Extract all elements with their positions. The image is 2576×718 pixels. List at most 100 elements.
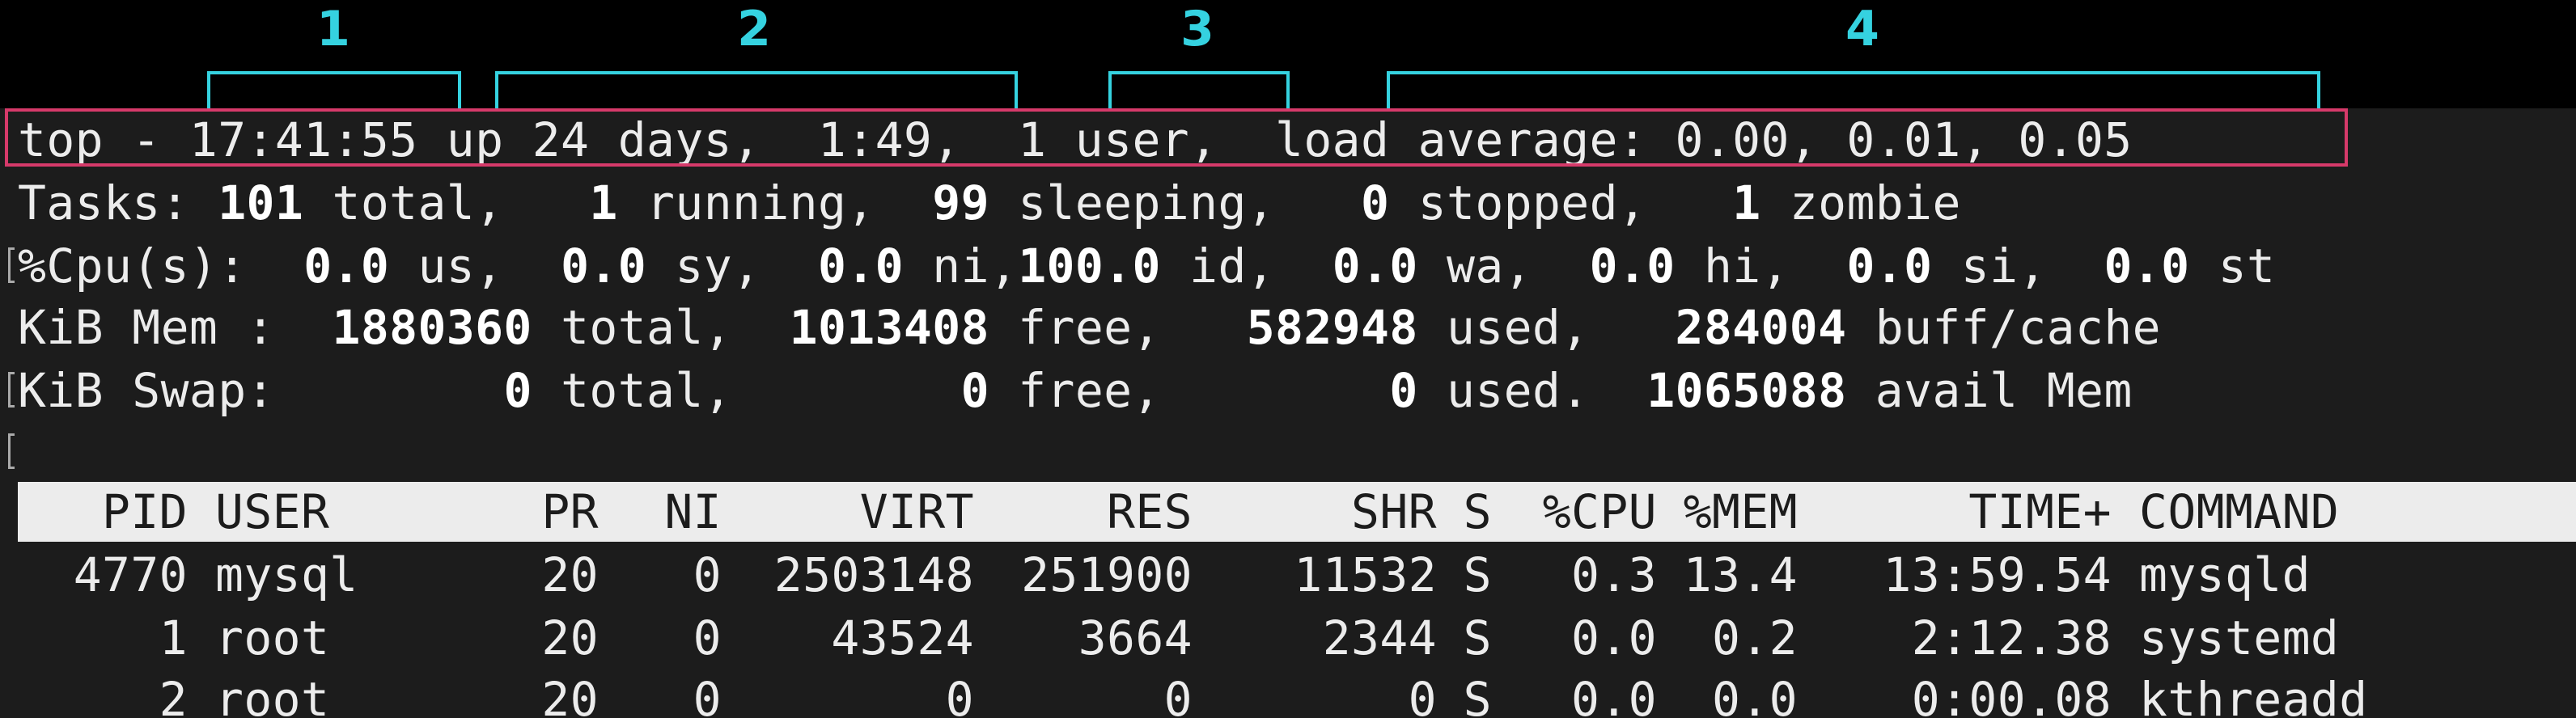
col-mem[interactable]: %MEM [1657, 482, 1798, 542]
cell-shr: 11532 [1294, 547, 1437, 602]
cell-virt: 0 [945, 672, 974, 718]
table-row[interactable]: 4770 mysql 20 0 2503148 251900 11532 S 0.3 13.4 13… [18, 543, 2311, 606]
cell-cpu: 0.3 [1571, 547, 1657, 602]
swap-prefix: KiB Swap: [18, 363, 504, 418]
cell-mem: 13.4 [1683, 547, 1798, 602]
cell-s: S [1463, 547, 1492, 602]
tasks-running-label: running, [617, 175, 933, 230]
cell-virt: 2503148 [773, 547, 974, 602]
col-virt[interactable]: VIRT [722, 482, 974, 542]
cpu-hi: 0.0 [1589, 239, 1676, 294]
swap-used-label: used. [1417, 363, 1647, 418]
cpu-us: 0.0 [303, 239, 390, 294]
cell-res: 251900 [1021, 547, 1193, 602]
swap-line: KiB Swap: 0 total, 0 free, 0 used. 10650… [18, 359, 2133, 422]
col-user[interactable]: USER [188, 482, 495, 542]
cpu-sy: 0.0 [561, 239, 647, 294]
cpu-id: 100.0 [1018, 239, 1161, 294]
cell-time: 0:00.08 [1911, 672, 2112, 718]
annotation-overlay: 1 2 3 4 [0, 0, 2576, 110]
cpu-ni-label: ni, [903, 239, 1019, 294]
mem-buff-cache: 284004 [1675, 300, 1847, 355]
cpu-us-label: us, [389, 239, 561, 294]
tasks-zombie: 1 [1732, 175, 1761, 230]
col-s[interactable]: S [1437, 482, 1492, 542]
annotation-bracket-2 [495, 71, 1018, 108]
cell-user: root [215, 672, 330, 718]
col-pid[interactable]: PID [18, 482, 188, 542]
swap-free: 0 [960, 363, 989, 418]
mem-buff-cache-label: buff/cache [1846, 300, 2161, 355]
mem-total: 1880360 [332, 300, 532, 355]
swap-total: 0 [503, 363, 532, 418]
tasks-stopped-label: stopped, [1389, 175, 1733, 230]
cell-virt: 43524 [831, 610, 974, 665]
annotation-bracket-1 [207, 71, 461, 108]
swap-avail-mem-label: avail Mem [1846, 363, 2133, 418]
cell-pid: 1 [159, 610, 188, 665]
swap-total-label: total, [532, 363, 961, 418]
tasks-prefix: Tasks: [18, 175, 218, 230]
cell-command: kthreadd [2139, 672, 2368, 718]
annotation-label-4: 4 [1845, 1, 1879, 57]
cell-res: 0 [1163, 672, 1193, 718]
tasks-sleeping: 99 [932, 175, 989, 230]
col-time[interactable]: TIME+ [1798, 482, 2112, 542]
cell-mem: 0.2 [1712, 610, 1798, 665]
mem-total-label: total, [532, 300, 790, 355]
mem-used: 582948 [1246, 300, 1418, 355]
swap-used: 0 [1389, 363, 1418, 418]
cell-user: mysql [215, 547, 358, 602]
terminal-bracket-mark [8, 372, 15, 408]
cell-pid: 4770 [73, 547, 188, 602]
cell-res: 3664 [1078, 610, 1193, 665]
cell-time: 2:12.38 [1911, 610, 2112, 665]
cpu-st-label: st [2189, 239, 2276, 294]
col-cpu[interactable]: %CPU [1492, 482, 1657, 542]
tasks-total: 101 [218, 175, 304, 230]
terminal-bracket-mark [8, 247, 15, 283]
cell-cpu: 0.0 [1571, 610, 1657, 665]
cell-command: mysqld [2139, 547, 2311, 602]
annotation-label-1: 1 [316, 1, 350, 57]
tasks-sleeping-label: sleeping, [989, 175, 1362, 230]
annotation-bracket-3 [1108, 71, 1290, 108]
cell-pid: 2 [159, 672, 188, 718]
col-res[interactable]: RES [974, 482, 1193, 542]
cell-mem: 0.0 [1712, 672, 1798, 718]
annotation-label-2: 2 [737, 1, 771, 57]
cell-pr: 20 [541, 547, 599, 602]
cpu-si-label: si, [1932, 239, 2104, 294]
cpu-id-label: id, [1160, 239, 1332, 294]
mem-prefix: KiB Mem : [18, 300, 333, 355]
mem-used-label: used, [1417, 300, 1676, 355]
cpu-hi-label: hi, [1675, 239, 1847, 294]
cell-cpu: 0.0 [1571, 672, 1657, 718]
cpu-ni: 0.0 [817, 239, 904, 294]
col-shr[interactable]: SHR [1193, 482, 1437, 542]
cell-s: S [1463, 610, 1492, 665]
cpu-si: 0.0 [1846, 239, 1933, 294]
cell-ni: 0 [693, 672, 722, 718]
cpu-prefix: %Cpu(s): [18, 239, 304, 294]
cell-ni: 0 [693, 547, 722, 602]
terminal-bracket-mark [8, 433, 15, 469]
table-row[interactable]: 2 root 20 0 0 0 0 S 0.0 0.0 0:00.08 kthreadd [18, 668, 2368, 718]
col-command[interactable]: COMMAND [2112, 482, 2339, 542]
cell-pr: 20 [541, 672, 599, 718]
col-pr[interactable]: PR [495, 482, 599, 542]
tasks-total-label: total, [303, 175, 590, 230]
process-table-header: PID USER PR NI VIRT RES SHR S %CPU %MEM TIME+ COMMA… [18, 482, 2339, 542]
cell-shr: 2344 [1322, 610, 1437, 665]
cpu-sy-label: sy, [646, 239, 818, 294]
annotation-label-3: 3 [1180, 1, 1214, 57]
mem-free: 1013408 [789, 300, 989, 355]
tasks-stopped: 0 [1361, 175, 1390, 230]
mem-line: KiB Mem : 1880360 total, 1013408 free, 5… [18, 296, 2161, 359]
cell-time: 13:59.54 [1883, 547, 2112, 602]
annotation-bracket-4 [1387, 71, 2320, 108]
cell-command: systemd [2139, 610, 2340, 665]
cell-s: S [1463, 672, 1492, 718]
col-ni[interactable]: NI [599, 482, 722, 542]
table-row[interactable]: 1 root 20 0 43524 3664 2344 S 0.0 0.2 2:12.38 syste… [18, 606, 2339, 669]
